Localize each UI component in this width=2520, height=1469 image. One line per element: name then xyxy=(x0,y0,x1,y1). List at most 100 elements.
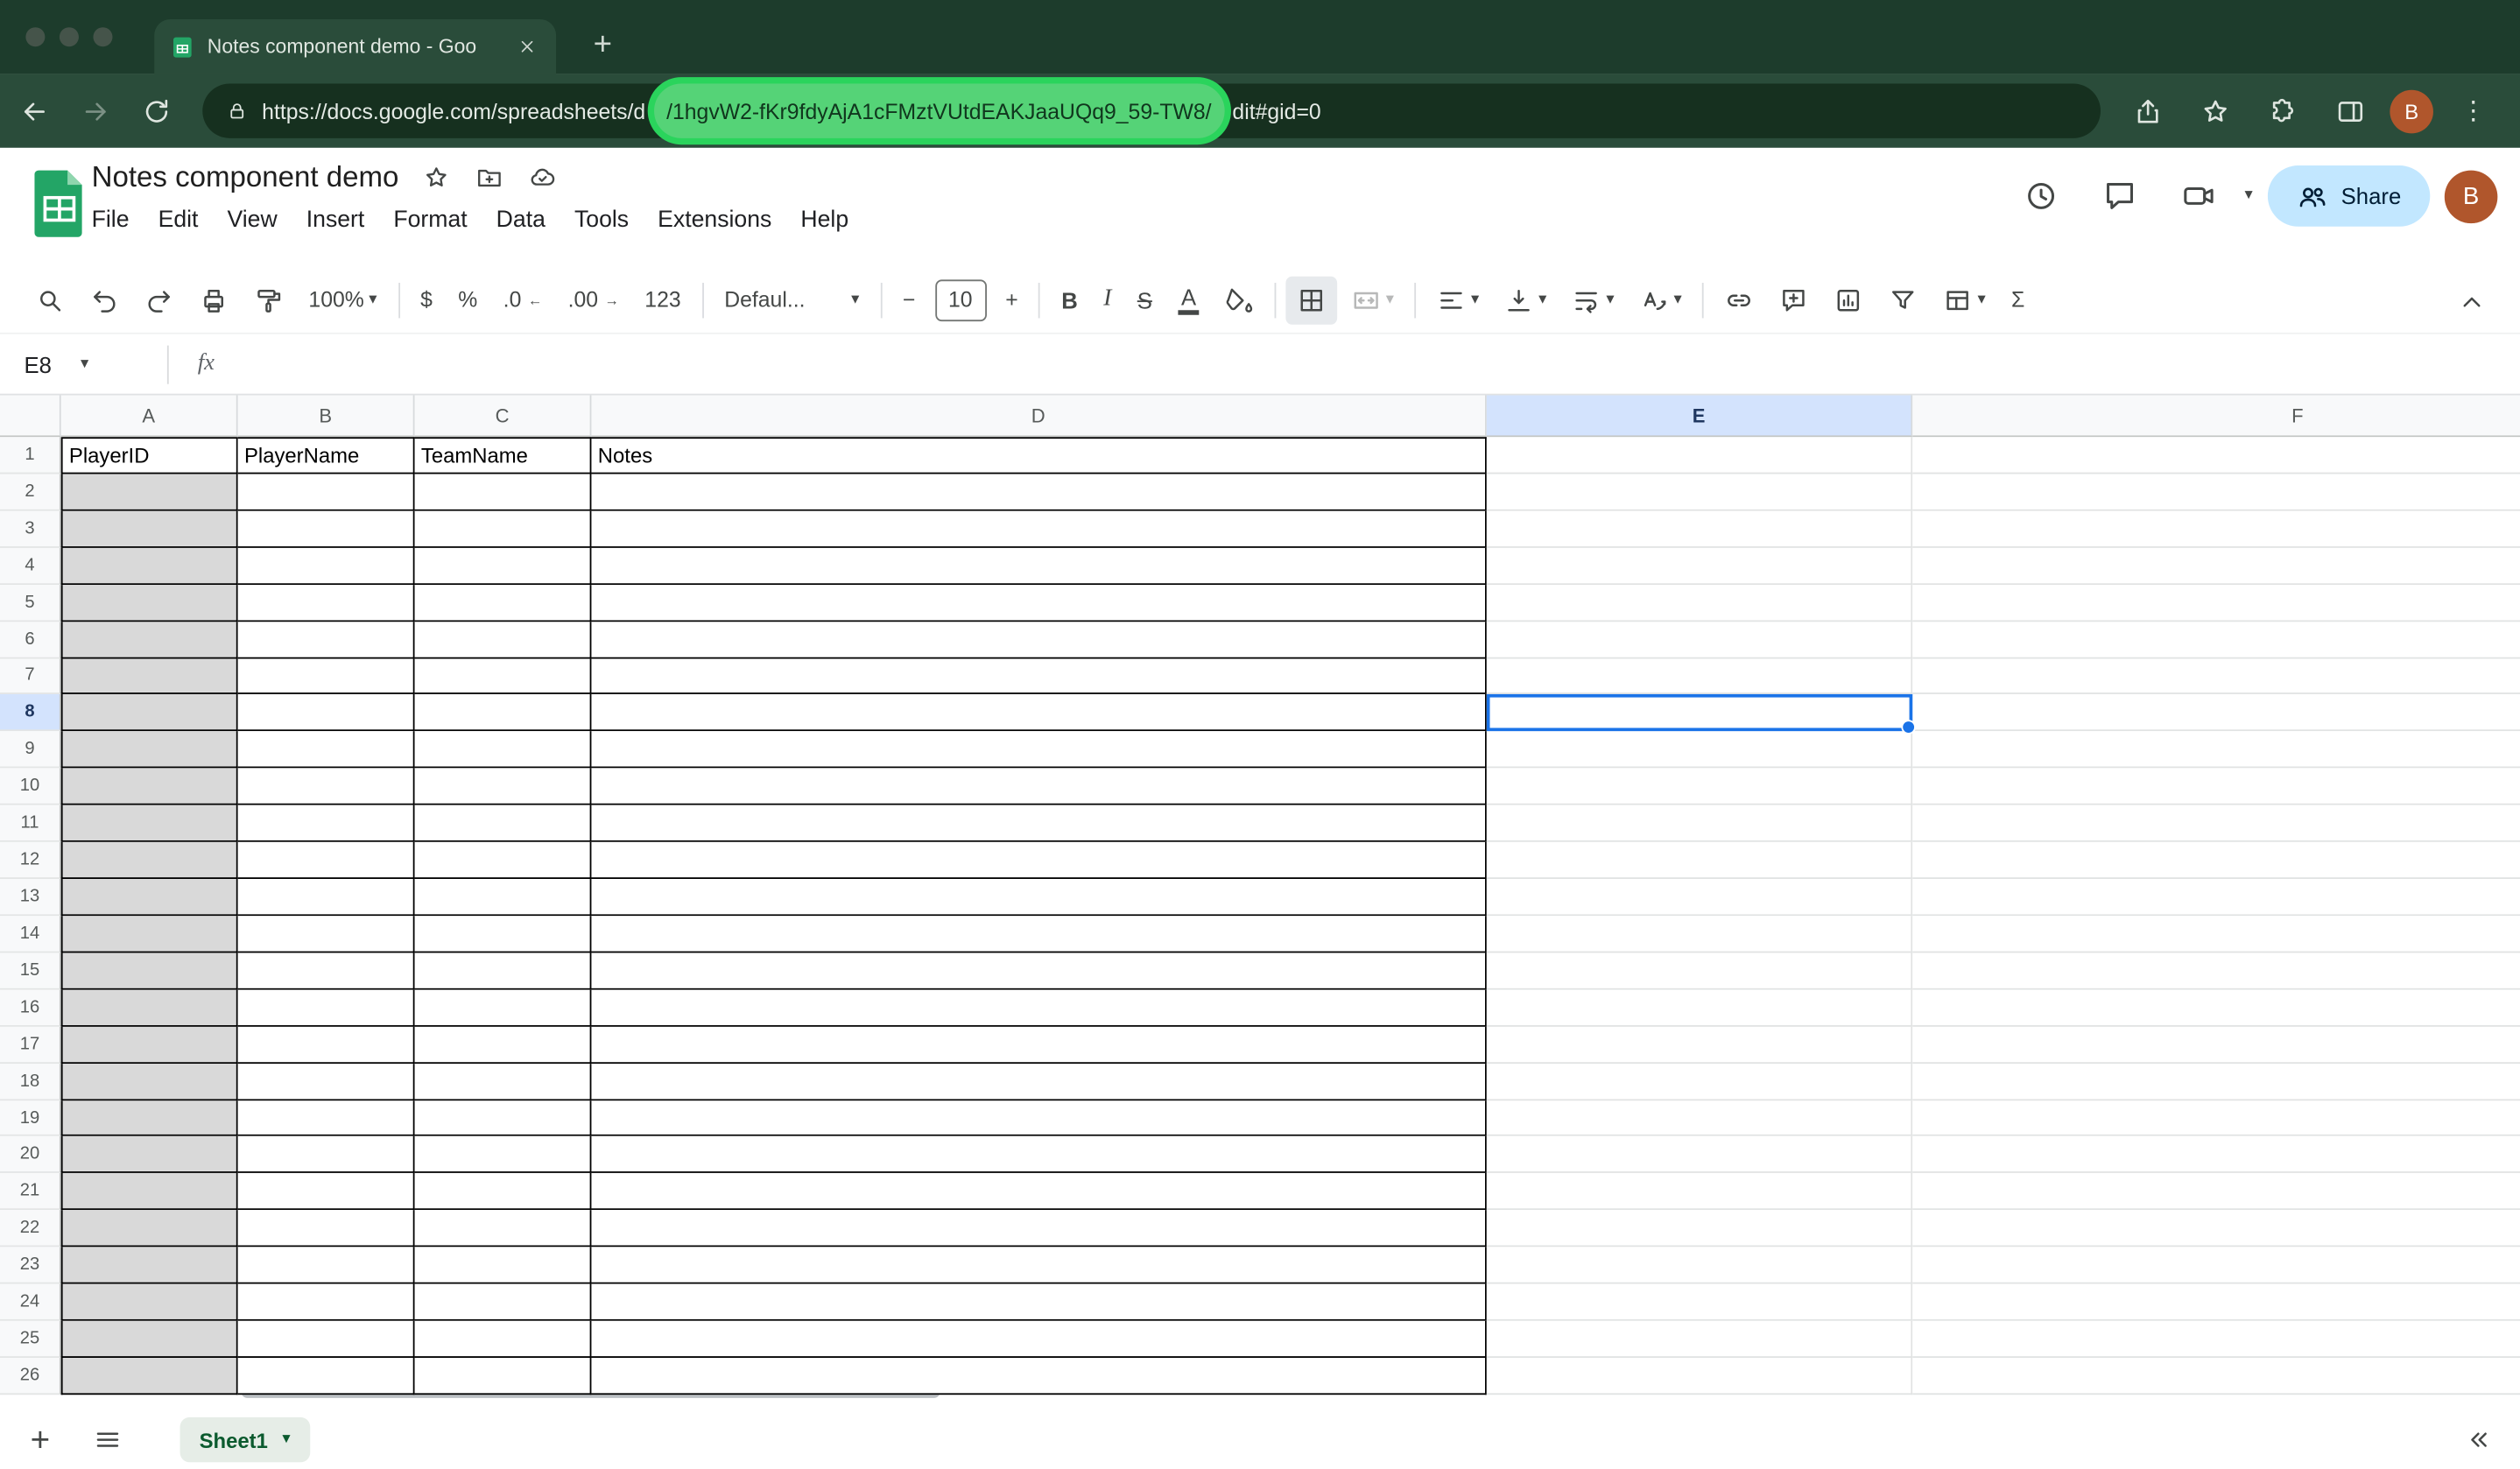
row-header-19[interactable]: 19 xyxy=(0,1100,61,1136)
cell-A26[interactable] xyxy=(61,1358,238,1395)
cell-F24[interactable] xyxy=(1912,1284,2520,1321)
cell-E18[interactable] xyxy=(1487,1063,1912,1100)
version-history-button[interactable] xyxy=(2009,164,2073,228)
cell-F3[interactable] xyxy=(1912,510,2520,547)
cell-E8[interactable] xyxy=(1487,695,1912,732)
cell-A23[interactable] xyxy=(61,1248,238,1284)
collapse-toolbar-button[interactable] xyxy=(2449,279,2494,324)
row-header-13[interactable]: 13 xyxy=(0,879,61,916)
cell-D25[interactable] xyxy=(591,1321,1486,1358)
cell-E13[interactable] xyxy=(1487,879,1912,916)
cell-F23[interactable] xyxy=(1912,1248,2520,1284)
row-header-12[interactable]: 12 xyxy=(0,842,61,879)
cell-D6[interactable] xyxy=(591,622,1486,658)
cell-E19[interactable] xyxy=(1487,1100,1912,1136)
cell-B14[interactable] xyxy=(238,916,415,952)
cell-A21[interactable] xyxy=(61,1174,238,1211)
tab-close-button[interactable] xyxy=(514,34,539,60)
cell-A6[interactable] xyxy=(61,622,238,658)
bookmark-star-button[interactable] xyxy=(2187,83,2242,137)
cell-B26[interactable] xyxy=(238,1358,415,1395)
format-currency-button[interactable]: $ xyxy=(409,276,443,324)
strikethrough-button[interactable]: S xyxy=(1126,276,1164,324)
insert-link-button[interactable] xyxy=(1714,276,1765,324)
comments-button[interactable] xyxy=(2087,164,2151,228)
back-button[interactable] xyxy=(6,83,60,137)
menu-edit[interactable]: Edit xyxy=(144,202,213,237)
create-filter-button[interactable] xyxy=(1878,276,1930,324)
print-button[interactable] xyxy=(188,276,240,324)
cell-C26[interactable] xyxy=(415,1358,592,1395)
italic-button[interactable]: I xyxy=(1092,276,1123,324)
cell-A12[interactable] xyxy=(61,842,238,879)
cell-C23[interactable] xyxy=(415,1248,592,1284)
row-header-9[interactable]: 9 xyxy=(0,732,61,769)
cell-C2[interactable] xyxy=(415,474,592,510)
cell-E22[interactable] xyxy=(1487,1211,1912,1248)
cell-C1[interactable]: TeamName xyxy=(415,437,592,474)
column-header-B[interactable]: B xyxy=(238,396,415,438)
undo-button[interactable] xyxy=(79,276,130,324)
cell-D12[interactable] xyxy=(591,842,1486,879)
cell-F13[interactable] xyxy=(1912,879,2520,916)
document-title[interactable]: Notes component demo xyxy=(92,161,399,195)
cell-F2[interactable] xyxy=(1912,474,2520,510)
cell-A16[interactable] xyxy=(61,989,238,1026)
row-header-23[interactable]: 23 xyxy=(0,1248,61,1284)
row-header-15[interactable]: 15 xyxy=(0,952,61,989)
cell-E6[interactable] xyxy=(1487,622,1912,658)
cell-F12[interactable] xyxy=(1912,842,2520,879)
cell-E15[interactable] xyxy=(1487,952,1912,989)
cell-C18[interactable] xyxy=(415,1063,592,1100)
cell-C22[interactable] xyxy=(415,1211,592,1248)
cell-A9[interactable] xyxy=(61,732,238,769)
cell-C14[interactable] xyxy=(415,916,592,952)
row-header-16[interactable]: 16 xyxy=(0,989,61,1026)
cell-C17[interactable] xyxy=(415,1026,592,1063)
cell-C20[interactable] xyxy=(415,1137,592,1174)
cell-C7[interactable] xyxy=(415,658,592,695)
cell-F4[interactable] xyxy=(1912,547,2520,584)
cell-F19[interactable] xyxy=(1912,1100,2520,1136)
cell-B4[interactable] xyxy=(238,547,415,584)
cell-E24[interactable] xyxy=(1487,1284,1912,1321)
cell-A17[interactable] xyxy=(61,1026,238,1063)
increase-font-size-button[interactable]: + xyxy=(994,276,1029,324)
horizontal-align-button[interactable]: ▾ xyxy=(1426,276,1490,324)
menu-help[interactable]: Help xyxy=(786,202,863,237)
cell-E26[interactable] xyxy=(1487,1358,1912,1395)
cell-F10[interactable] xyxy=(1912,769,2520,805)
cell-F16[interactable] xyxy=(1912,989,2520,1026)
row-header-26[interactable]: 26 xyxy=(0,1358,61,1395)
cell-D24[interactable] xyxy=(591,1284,1486,1321)
cell-B2[interactable] xyxy=(238,474,415,510)
cell-F1[interactable] xyxy=(1912,437,2520,474)
cell-C11[interactable] xyxy=(415,805,592,842)
cell-D15[interactable] xyxy=(591,952,1486,989)
cell-F25[interactable] xyxy=(1912,1321,2520,1358)
account-avatar[interactable]: B xyxy=(2445,170,2498,223)
name-box[interactable]: E8 ▾ xyxy=(0,334,167,394)
cell-D1[interactable]: Notes xyxy=(591,437,1486,474)
row-header-11[interactable]: 11 xyxy=(0,805,61,842)
cell-B7[interactable] xyxy=(238,658,415,695)
row-header-2[interactable]: 2 xyxy=(0,474,61,510)
font-size-button[interactable]: 10 xyxy=(934,278,986,320)
column-header-E[interactable]: E xyxy=(1487,396,1912,438)
side-panel-button[interactable] xyxy=(2322,83,2376,137)
cell-E3[interactable] xyxy=(1487,510,1912,547)
chevron-down-icon[interactable]: ▾ xyxy=(2244,188,2252,204)
cell-D23[interactable] xyxy=(591,1248,1486,1284)
row-header-10[interactable]: 10 xyxy=(0,769,61,805)
cell-A20[interactable] xyxy=(61,1137,238,1174)
cell-A18[interactable] xyxy=(61,1063,238,1100)
cell-C16[interactable] xyxy=(415,989,592,1026)
cell-B18[interactable] xyxy=(238,1063,415,1100)
vertical-align-button[interactable]: ▾ xyxy=(1494,276,1558,324)
text-rotation-button[interactable]: ▾ xyxy=(1629,276,1693,324)
cell-C15[interactable] xyxy=(415,952,592,989)
cell-E9[interactable] xyxy=(1487,732,1912,769)
menu-data[interactable]: Data xyxy=(482,202,560,237)
cell-E5[interactable] xyxy=(1487,585,1912,622)
cell-C5[interactable] xyxy=(415,585,592,622)
